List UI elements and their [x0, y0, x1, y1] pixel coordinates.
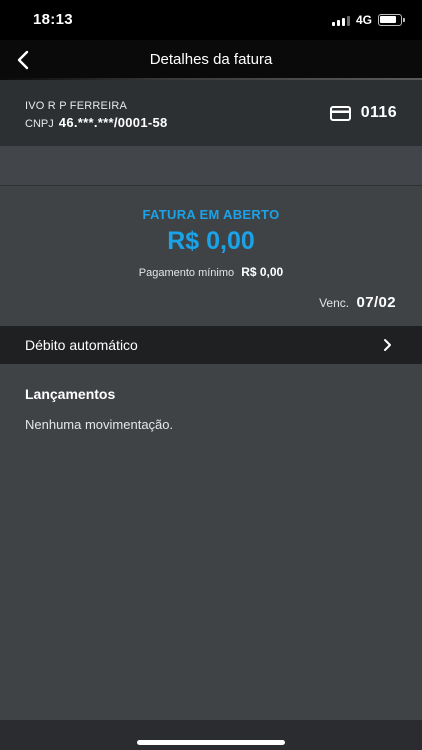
- empty-transactions-message: Nenhuma movimentação.: [25, 417, 174, 432]
- cnpj-line: CNPJ 46.***.***/0001-58: [25, 115, 168, 130]
- autodebit-row[interactable]: Débito automático: [0, 326, 422, 364]
- home-indicator[interactable]: [137, 740, 285, 745]
- chevron-right-icon[interactable]: [383, 338, 392, 352]
- invoice-total: R$ 0,00: [167, 227, 255, 255]
- card-selector[interactable]: 0116: [329, 104, 397, 122]
- network-label: 4G: [355, 13, 372, 27]
- spacer-band: [0, 146, 422, 186]
- minimum-payment: Pagamento mínimo R$ 0,00: [0, 265, 422, 279]
- credit-card-icon: [329, 105, 351, 121]
- cnpj-label: CNPJ: [25, 118, 54, 130]
- navigation-bar: Detalhes da fatura: [0, 40, 422, 80]
- card-number: 0116: [360, 104, 397, 121]
- battery-icon: [378, 14, 405, 26]
- signal-icon: [331, 15, 350, 26]
- page-title: Detalhes da fatura: [149, 51, 273, 68]
- status-time: 18:13: [33, 11, 73, 28]
- invoice-summary: FATURA EM ABERTO R$ 0,00 Pagamento mínim…: [0, 187, 422, 326]
- minimum-payment-label: Pagamento mínimo: [138, 267, 235, 279]
- due-date-label: Venc.: [319, 296, 350, 310]
- autodebit-label: Débito automático: [25, 337, 138, 353]
- holder-name: IVO R P FERREIRA: [25, 100, 128, 112]
- home-area: [0, 720, 422, 750]
- minimum-payment-value: R$ 0,00: [241, 265, 284, 279]
- account-panel: IVO R P FERREIRA CNPJ 46.***.***/0001-58…: [0, 80, 422, 146]
- cnpj-value: 46.***.***/0001-58: [58, 115, 168, 130]
- due-date: Venc. 07/02: [319, 294, 396, 311]
- transactions-title: Lançamentos: [25, 386, 116, 402]
- status-indicators: 4G: [331, 13, 405, 27]
- status-bar: 18:13 4G: [0, 0, 422, 40]
- invoice-status: FATURA EM ABERTO: [142, 207, 280, 222]
- due-date-value: 07/02: [356, 294, 396, 311]
